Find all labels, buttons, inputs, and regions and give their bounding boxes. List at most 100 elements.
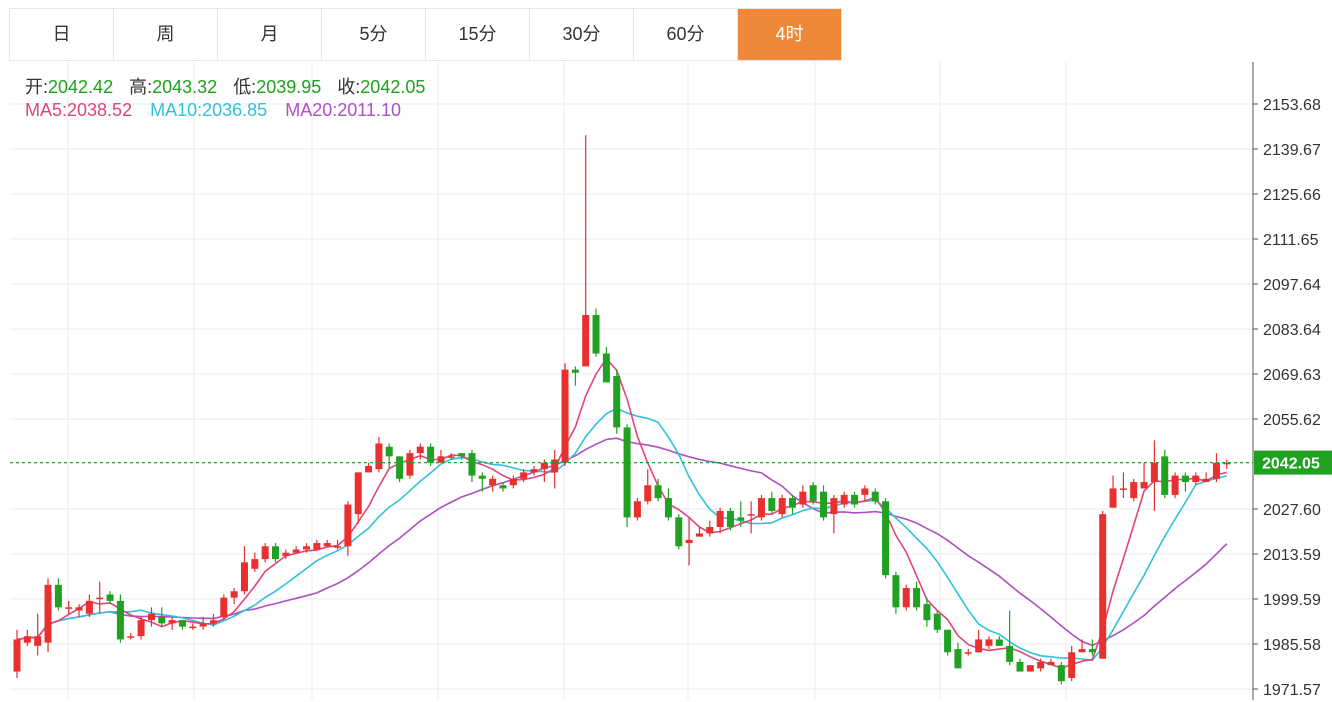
candle-body — [1068, 652, 1076, 678]
candle — [396, 456, 404, 483]
candle — [706, 520, 714, 537]
candle — [220, 594, 228, 621]
candle-body — [1119, 488, 1127, 490]
candle — [561, 363, 569, 466]
candle-body — [1109, 488, 1117, 508]
candle-body — [1016, 661, 1024, 672]
candle-body — [375, 443, 383, 470]
close-value: 2042.05 — [360, 77, 426, 97]
candle-body — [251, 559, 259, 569]
candle-body — [75, 607, 83, 611]
candle-body — [468, 453, 476, 476]
y-tick-label: 1985.58 — [1263, 637, 1321, 654]
candle-body — [1140, 482, 1148, 489]
candle-body — [65, 607, 73, 609]
candle-body — [882, 501, 890, 576]
candle-body — [147, 613, 155, 621]
ma10-label: MA10: — [150, 100, 203, 120]
ma5-value: 2038.52 — [67, 100, 133, 120]
candle-body — [571, 369, 579, 373]
candle-body — [1202, 478, 1210, 483]
candle — [913, 581, 921, 611]
candle-body — [499, 485, 507, 489]
candle — [995, 636, 1003, 646]
candle-body — [1057, 665, 1065, 682]
y-tick-label: 2097.64 — [1263, 277, 1321, 294]
candle-body — [830, 498, 838, 515]
candle-body — [944, 629, 952, 653]
candle-body — [633, 501, 641, 518]
candle-body — [354, 472, 362, 515]
candle-body — [871, 491, 879, 502]
candle — [623, 424, 631, 528]
candle-body — [1037, 661, 1045, 669]
y-tick-label: 2125.66 — [1263, 187, 1321, 204]
candle — [530, 465, 538, 476]
candle — [851, 491, 859, 508]
candle-body — [13, 639, 21, 672]
candle-body — [334, 546, 342, 548]
close-label: 收: — [337, 77, 361, 97]
y-tick-label: 2069.63 — [1263, 367, 1321, 384]
candle — [633, 498, 641, 521]
candle — [882, 498, 890, 579]
candle-body — [272, 546, 279, 560]
candle — [1109, 475, 1117, 508]
candle-body — [1088, 649, 1096, 653]
candle — [54, 578, 62, 611]
candle — [1130, 478, 1138, 502]
candle — [158, 607, 166, 627]
candle-body — [427, 446, 435, 463]
candle — [1150, 440, 1158, 511]
candle-body — [664, 498, 672, 518]
candle-body — [1181, 475, 1189, 483]
y-tick-label: 2111.65 — [1263, 232, 1319, 249]
chart-grid — [10, 62, 1253, 700]
y-tick-label: 2083.64 — [1263, 322, 1321, 339]
candle-body — [168, 620, 176, 624]
candle-body — [861, 488, 869, 495]
candle — [106, 591, 114, 605]
candle — [1006, 610, 1014, 666]
price-axis: 2153.68 2139.67 2125.66 2111.65 2097.64 2083.… — [10, 62, 1332, 700]
candle — [726, 507, 734, 531]
candle — [664, 488, 672, 521]
candle — [954, 642, 962, 669]
candle-body — [1078, 649, 1086, 653]
candle — [602, 347, 610, 383]
candle-body — [447, 456, 455, 458]
candle — [809, 482, 817, 505]
candle — [116, 594, 124, 643]
candle-body — [964, 652, 972, 654]
candle — [1026, 665, 1034, 672]
candle — [1171, 472, 1179, 499]
candle — [716, 507, 724, 534]
ma10-value: 2036.85 — [202, 100, 268, 120]
candle-body — [34, 636, 42, 646]
candle-body — [902, 588, 910, 608]
candle-body — [644, 485, 652, 502]
candle-body — [551, 459, 559, 473]
candle — [1099, 510, 1107, 659]
candle — [272, 543, 279, 563]
candle — [230, 588, 238, 605]
candle — [985, 636, 993, 650]
candle — [240, 546, 248, 595]
candle-body — [220, 597, 228, 617]
candle-body — [365, 465, 373, 473]
candle-body — [54, 584, 62, 608]
candle — [675, 514, 683, 550]
candle — [468, 449, 476, 483]
candle — [137, 616, 145, 640]
y-tick-label: 1999.59 — [1263, 592, 1321, 609]
candle-body — [1192, 475, 1200, 483]
candle-body — [509, 478, 517, 486]
candle — [251, 552, 259, 572]
candle-body — [789, 498, 796, 508]
candle-body — [954, 649, 962, 669]
candle — [592, 308, 600, 357]
candle — [13, 629, 21, 678]
moving-average-lines — [16, 357, 1228, 670]
candle — [757, 494, 765, 521]
low-label: 低: — [233, 77, 257, 97]
